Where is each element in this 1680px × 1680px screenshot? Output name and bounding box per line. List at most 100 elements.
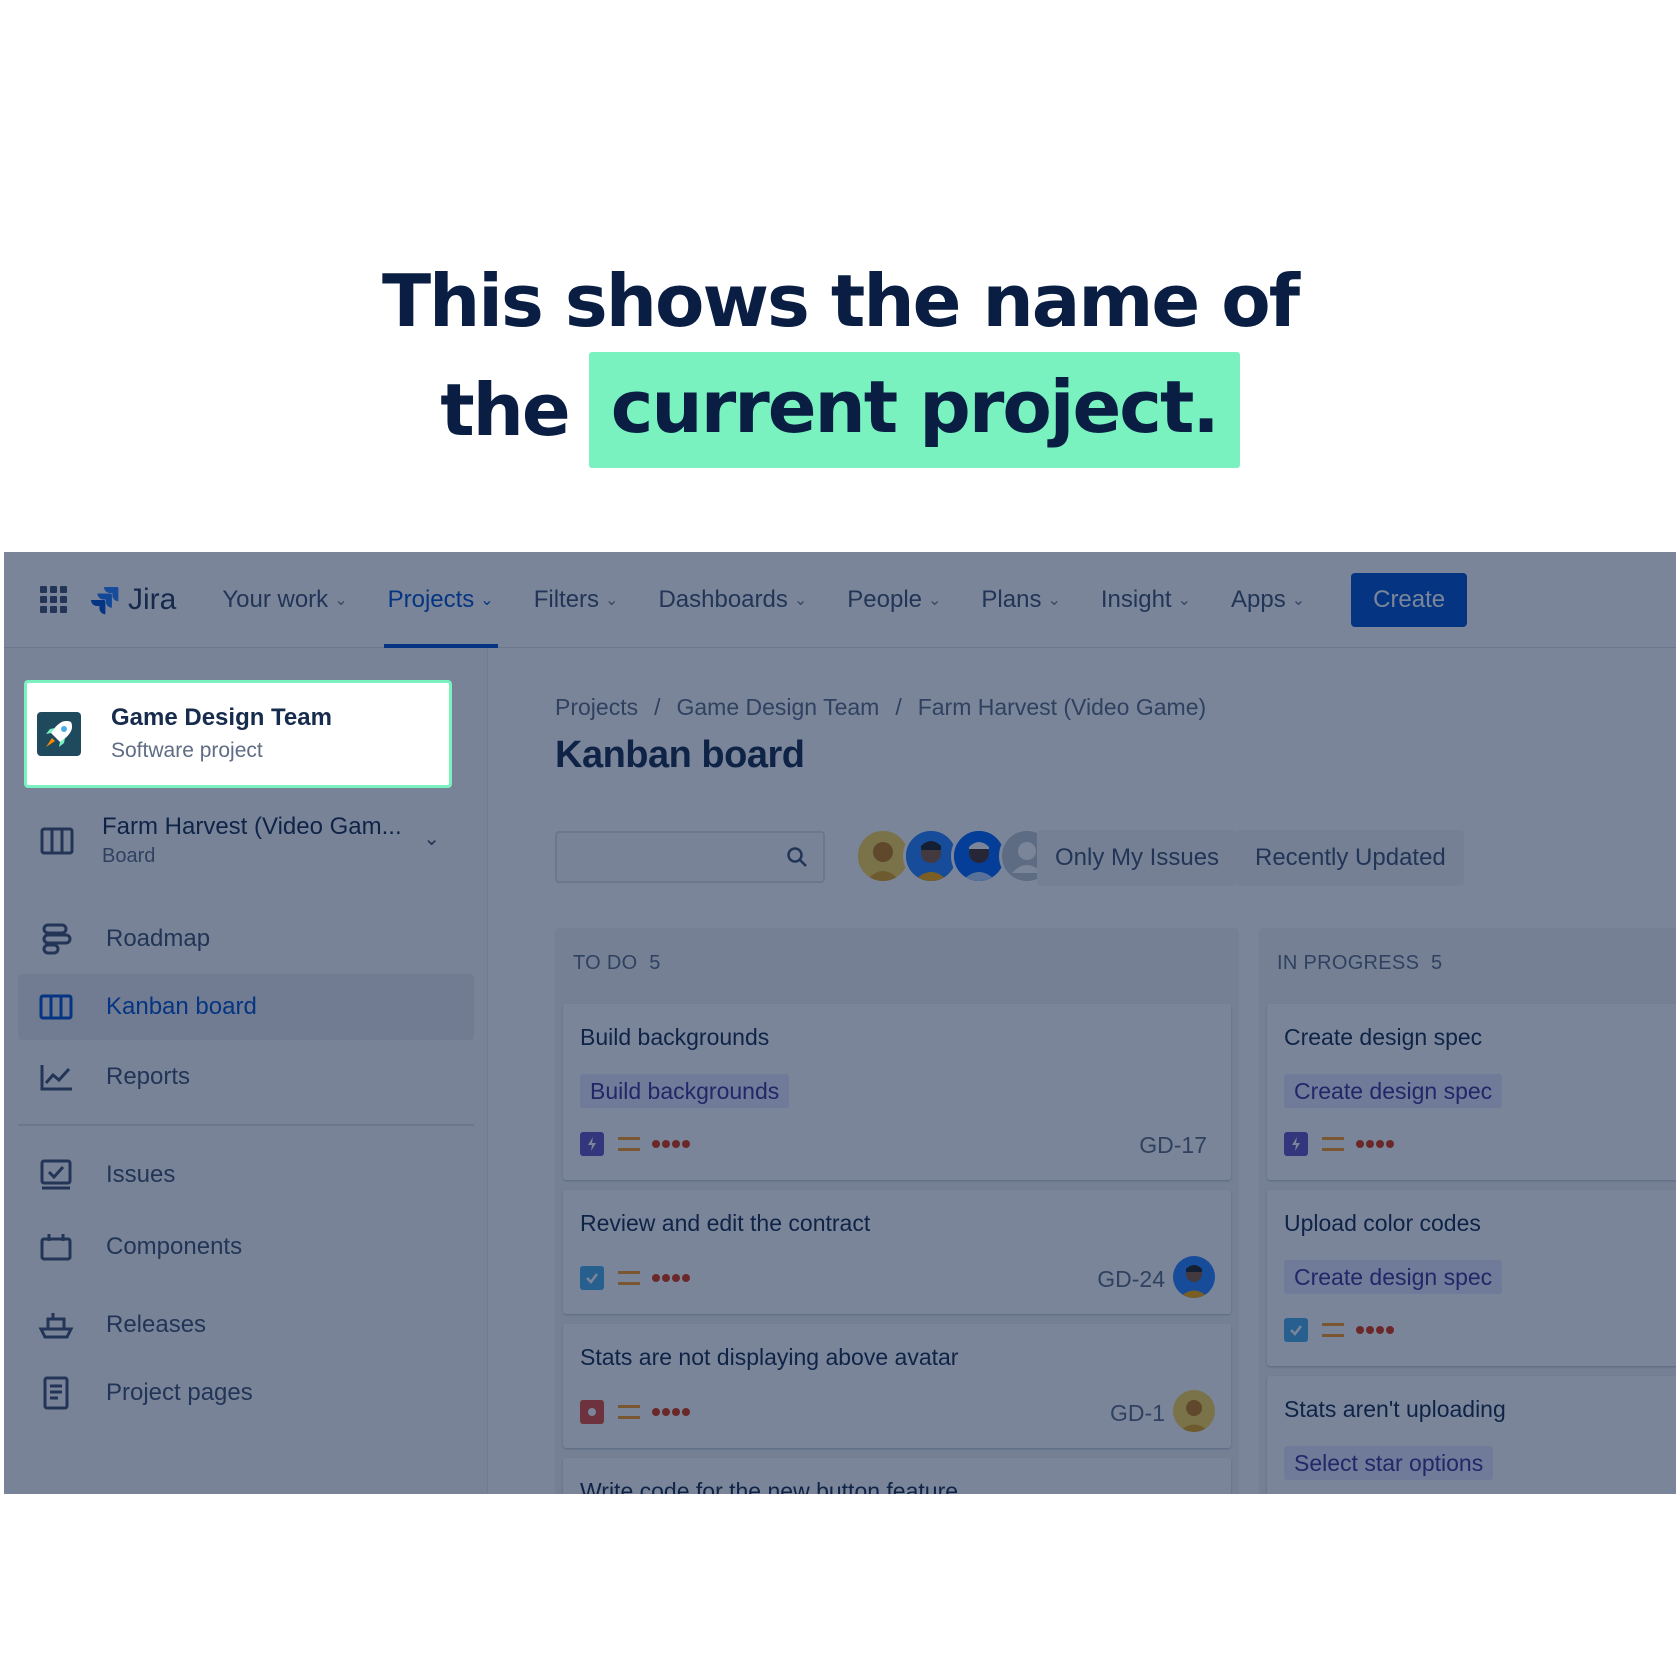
board-name: Farm Harvest (Video Gam... bbox=[102, 813, 402, 840]
search-icon bbox=[785, 845, 809, 874]
breadcrumb-separator: / bbox=[895, 694, 902, 720]
column-title: TO DO bbox=[573, 952, 638, 974]
sidebar-item-label: Reports bbox=[106, 1063, 191, 1090]
roadmap-icon bbox=[36, 919, 76, 959]
priority-medium-icon bbox=[618, 1271, 640, 1285]
nav-insight[interactable]: Insight ⌄ bbox=[1101, 552, 1191, 648]
board-subtitle: Board bbox=[102, 845, 156, 867]
releases-icon bbox=[36, 1305, 76, 1345]
sidebar-item-kanban-board[interactable]: Kanban board bbox=[18, 974, 474, 1040]
card-title: Upload color codes bbox=[1284, 1210, 1481, 1236]
issue-key[interactable]: GD-24 bbox=[1097, 1266, 1165, 1293]
card-meta bbox=[580, 1132, 692, 1156]
issue-card[interactable]: Create design spec Create design spec bbox=[1267, 1004, 1676, 1180]
epic-label[interactable]: Create design spec bbox=[1284, 1260, 1503, 1294]
issue-key[interactable]: GD-1 bbox=[1110, 1400, 1165, 1427]
chevron-down-icon: ⌄ bbox=[1177, 591, 1191, 609]
nav-projects[interactable]: Projects ⌄ bbox=[383, 552, 498, 648]
sidebar-item-label: Roadmap bbox=[106, 925, 211, 952]
breadcrumb-projects[interactable]: Projects bbox=[555, 694, 638, 720]
nav-people[interactable]: People ⌄ bbox=[847, 552, 941, 648]
card-meta bbox=[1284, 1318, 1396, 1342]
nav-apps[interactable]: Apps ⌄ bbox=[1231, 552, 1305, 648]
jira-logo-text: Jira bbox=[128, 582, 177, 616]
card-title: Stats aren't uploading bbox=[1284, 1396, 1506, 1422]
epic-label[interactable]: Build backgrounds bbox=[580, 1074, 790, 1108]
issue-card[interactable]: Write code for the new button feature bbox=[563, 1458, 1231, 1494]
sidebar-divider bbox=[18, 1124, 474, 1126]
app-switcher-icon[interactable] bbox=[40, 585, 68, 614]
breadcrumb: Projects / Game Design Team / Farm Harvest (… bbox=[555, 694, 1206, 721]
nav-label: Projects bbox=[387, 585, 475, 613]
chevron-down-icon: ⌄ bbox=[1047, 591, 1061, 609]
sidebar-item-releases[interactable]: Releases bbox=[18, 1292, 474, 1358]
project-type: Software project bbox=[111, 739, 263, 762]
task-checkbox-icon bbox=[1284, 1318, 1308, 1342]
card-meta bbox=[1284, 1132, 1396, 1156]
assignee-filter bbox=[855, 828, 1055, 886]
jira-logo[interactable]: Jira bbox=[90, 583, 176, 617]
column-todo: TO DO 5 Build backgrounds Build backgrou… bbox=[555, 928, 1239, 1494]
priority-medium-icon bbox=[618, 1137, 640, 1151]
jira-logo-icon bbox=[91, 586, 119, 614]
nav-label: Your work bbox=[222, 585, 329, 613]
nav-plans[interactable]: Plans ⌄ bbox=[981, 552, 1060, 648]
recently-updated-button[interactable]: Recently Updated bbox=[1237, 830, 1464, 886]
create-button[interactable]: Create bbox=[1351, 572, 1468, 627]
sidebar-item-label: Components bbox=[106, 1233, 243, 1260]
nav-label: Filters bbox=[533, 585, 600, 613]
issue-card[interactable]: Stats are not displaying above avatar GD… bbox=[563, 1324, 1231, 1448]
column-header: TO DO 5 bbox=[573, 952, 661, 975]
card-title: Write code for the new button feature bbox=[580, 1478, 959, 1494]
breadcrumb-separator: / bbox=[654, 694, 661, 720]
issue-card[interactable]: Stats aren't uploading Select star optio… bbox=[1267, 1376, 1676, 1494]
sidebar-item-project-pages[interactable]: Project pages bbox=[18, 1360, 474, 1426]
search-input[interactable] bbox=[555, 831, 825, 883]
nav-dashboards[interactable]: Dashboards ⌄ bbox=[658, 552, 807, 648]
sidebar-item-reports[interactable]: Reports bbox=[18, 1044, 474, 1110]
jira-screenshot: Jira Your work ⌄ Projects ⌄ Filters ⌄ Dashb… bbox=[4, 552, 1676, 1494]
issue-key[interactable]: GD-17 bbox=[1139, 1132, 1207, 1159]
nav-your-work[interactable]: Your work ⌄ bbox=[222, 552, 347, 648]
chevron-down-icon: ⌄ bbox=[793, 591, 808, 609]
estimate-dots-icon bbox=[652, 1140, 692, 1148]
rocket-icon bbox=[37, 712, 81, 756]
chevron-down-icon: ⌄ bbox=[928, 591, 942, 609]
pages-icon bbox=[36, 1373, 76, 1413]
only-my-issues-button[interactable]: Only My Issues bbox=[1037, 830, 1238, 886]
priority-medium-icon bbox=[618, 1405, 640, 1419]
issue-card[interactable]: Upload color codes Create design spec bbox=[1267, 1190, 1676, 1366]
column-count: 5 bbox=[1430, 952, 1443, 974]
avatar[interactable] bbox=[1173, 1256, 1215, 1298]
breadcrumb-project[interactable]: Game Design Team bbox=[676, 694, 879, 720]
estimate-dots-icon bbox=[652, 1408, 692, 1416]
current-project-card[interactable]: Game Design Team Software project bbox=[24, 680, 452, 788]
avatar[interactable] bbox=[1173, 1390, 1215, 1432]
card-meta bbox=[580, 1400, 692, 1424]
breadcrumb-board[interactable]: Farm Harvest (Video Game) bbox=[918, 694, 1206, 720]
board-icon bbox=[36, 987, 76, 1027]
epic-icon bbox=[580, 1132, 604, 1156]
column-title: IN PROGRESS bbox=[1277, 952, 1420, 974]
headline-prefix: the bbox=[440, 368, 571, 452]
epic-label[interactable]: Select star options bbox=[1284, 1446, 1494, 1480]
card-title: Stats are not displaying above avatar bbox=[580, 1344, 959, 1370]
task-checkbox-icon bbox=[580, 1266, 604, 1290]
chevron-down-icon[interactable]: ⌄ bbox=[423, 826, 440, 851]
issue-card[interactable]: Review and edit the contract GD-24 bbox=[563, 1190, 1231, 1314]
components-icon bbox=[36, 1227, 76, 1267]
chevron-down-icon: ⌄ bbox=[1291, 591, 1306, 609]
sidebar-item-issues[interactable]: Issues bbox=[18, 1142, 474, 1208]
chevron-down-icon: ⌄ bbox=[605, 591, 619, 609]
headline-line-1: This shows the name of bbox=[381, 259, 1300, 343]
epic-label[interactable]: Create design spec bbox=[1284, 1074, 1503, 1108]
sidebar-item-components[interactable]: Components bbox=[18, 1214, 474, 1280]
column-count: 5 bbox=[649, 952, 661, 974]
bug-icon bbox=[580, 1400, 604, 1424]
nav-filters[interactable]: Filters ⌄ bbox=[534, 552, 619, 648]
issue-card[interactable]: Build backgrounds Build backgrounds GD-1… bbox=[563, 1004, 1231, 1180]
page-title: Kanban board bbox=[555, 734, 805, 776]
sidebar-item-roadmap[interactable]: Roadmap bbox=[18, 906, 474, 972]
sidebar-item-label: Project pages bbox=[106, 1379, 253, 1406]
board-selector[interactable]: Farm Harvest (Video Gam... Board ⌄ bbox=[38, 806, 458, 876]
